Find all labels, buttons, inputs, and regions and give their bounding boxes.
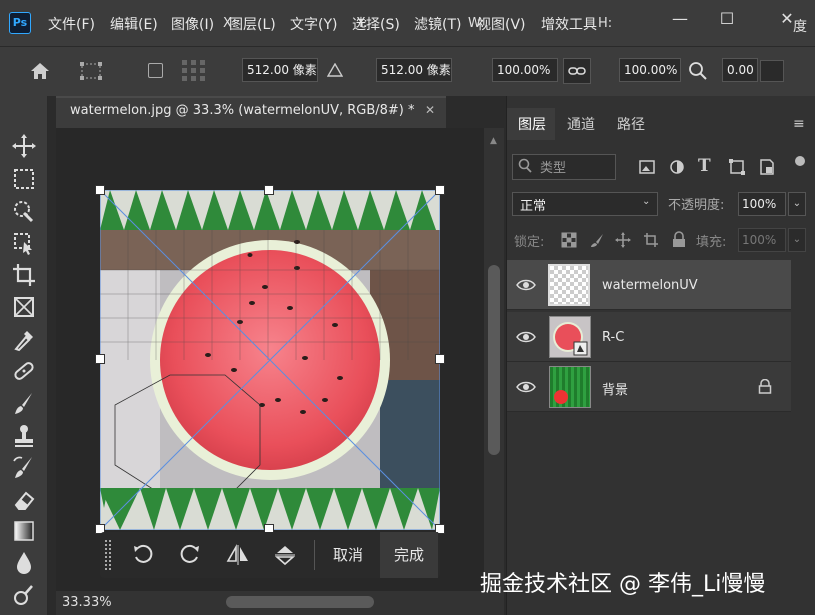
lock-label: 锁定: [514,235,545,250]
transform-icon[interactable] [78,60,106,86]
panel-menu-icon[interactable]: ≡ [793,116,805,132]
document-image[interactable] [100,190,440,530]
drag-handle-icon[interactable] [105,540,111,570]
object-selection-tool-icon[interactable] [8,229,40,257]
blur-tool-icon[interactable] [8,549,40,577]
rotate-angle-icon [687,60,709,86]
move-tool-icon[interactable] [8,132,40,160]
filter-pixel-icon[interactable] [638,158,656,180]
lock-icon [758,378,772,398]
layer-thumbnail-background [549,366,591,408]
menu-filter[interactable]: 滤镜(T) [414,14,461,34]
chevron-down-icon: ⌄ [642,196,651,207]
layer-name-watermelonuv[interactable]: watermelonUV [602,278,698,293]
skew-field[interactable] [760,60,784,82]
transform-handle-top-left[interactable] [95,185,105,195]
photoshop-logo: Ps [9,12,31,34]
vertical-scroll-thumb[interactable] [488,265,500,455]
filter-smart-object-icon[interactable] [758,158,776,180]
blend-mode-value: 正常 [520,199,547,214]
commit-button[interactable]: 完成 [380,532,438,578]
transform-handle-left[interactable] [95,354,105,364]
opacity-label: 不透明度: [668,198,725,213]
menu-file[interactable]: 文件(F) [48,14,95,34]
gradient-tool-icon[interactable] [8,517,40,545]
w-label: W: [468,16,485,31]
reference-point-grid-icon[interactable] [180,58,208,88]
transform-handle-top[interactable] [264,185,274,195]
cancel-button[interactable]: 取消 [318,532,378,578]
fill-label: 填充: [696,235,727,250]
layer-thumbnail-transparent [548,264,590,306]
opacity-field[interactable]: 100% [738,192,786,216]
zoom-level[interactable]: 33.33% [62,595,112,610]
marquee-tool-icon[interactable] [8,165,40,193]
layer-thumbnail-watermelon [549,316,591,358]
minimize-button[interactable]: — [665,8,695,30]
y-position-field[interactable]: 512.00 像素 [376,58,452,82]
watermark-text: 掘金技术社区 @ 李伟_Li慢慢 [480,572,766,597]
tab-paths[interactable]: 路径 [617,114,645,134]
layer-name-r-c[interactable]: R-C [602,330,624,345]
document-tab-title: watermelon.jpg @ 33.3% (watermelonUV, RG… [70,103,415,118]
relative-position-icon[interactable] [326,62,344,81]
crop-tool-icon[interactable] [8,261,40,289]
tab-layers[interactable]: 图层 [518,114,546,134]
link-icon[interactable] [563,58,591,84]
flip-horizontal-icon[interactable] [225,543,251,571]
transform-handle-right[interactable] [435,354,445,364]
x-label: X: [223,16,237,31]
degree-unit: 度 [793,19,807,35]
horizontal-scroll-thumb[interactable] [226,596,374,608]
history-brush-tool-icon[interactable] [8,453,40,481]
height-field[interactable]: 100.00% [619,58,681,82]
rotate-left-icon[interactable] [130,542,156,572]
rotation-field[interactable]: 0.00 [722,58,758,82]
visibility-eye-icon[interactable] [516,380,538,396]
maximize-button[interactable]: ☐ [712,8,742,30]
filter-kind-label: 类型 [540,161,567,176]
layer-name-background[interactable]: 背景 [602,379,628,398]
fill-dropdown-icon[interactable]: ⌄ [788,228,806,252]
menu-edit[interactable]: 编辑(E) [110,14,158,34]
eraser-tool-icon[interactable] [8,485,40,513]
clone-stamp-tool-icon[interactable] [8,421,40,449]
visibility-eye-icon[interactable] [516,330,538,346]
width-field[interactable]: 100.00% [492,58,558,82]
fill-field[interactable]: 100% [738,228,786,252]
reference-point-checkbox[interactable] [148,63,163,78]
filter-shape-icon[interactable] [728,158,746,180]
lock-artboard-icon[interactable] [643,232,659,252]
eyedropper-tool-icon[interactable] [8,325,40,353]
brush-tool-icon[interactable] [8,389,40,417]
scroll-up-icon[interactable]: ▲ [490,136,497,146]
lock-pixels-icon[interactable] [589,232,605,252]
tab-channels[interactable]: 通道 [567,114,595,134]
close-tab-icon[interactable]: ✕ [425,103,435,117]
lock-transparent-icon[interactable] [561,232,577,252]
filter-type-icon[interactable]: T [698,156,711,176]
lock-all-icon[interactable] [671,231,687,252]
x-position-field[interactable]: 512.00 像素 [242,58,318,82]
healing-brush-tool-icon[interactable] [8,357,40,385]
lock-position-icon[interactable] [615,232,631,252]
quick-selection-tool-icon[interactable] [8,197,40,225]
dodge-tool-icon[interactable] [8,581,40,609]
h-label: H: [598,16,613,31]
y-label: Y: [357,16,368,31]
visibility-eye-icon[interactable] [516,278,538,294]
filter-toggle-icon[interactable] [795,156,805,166]
search-icon [518,158,532,178]
menu-type[interactable]: 文字(Y) [290,14,337,34]
menu-plugins[interactable]: 增效工具 [541,14,597,34]
home-icon[interactable] [28,60,52,86]
context-divider [314,540,315,570]
menu-image[interactable]: 图像(I) [171,14,214,34]
rotate-right-icon[interactable] [177,542,203,572]
transform-handle-top-right[interactable] [435,185,445,195]
opacity-dropdown-icon[interactable]: ⌄ [788,192,806,216]
filter-adjustment-icon[interactable] [668,158,686,180]
flip-vertical-icon[interactable] [272,543,298,571]
frame-tool-icon[interactable] [8,293,40,321]
